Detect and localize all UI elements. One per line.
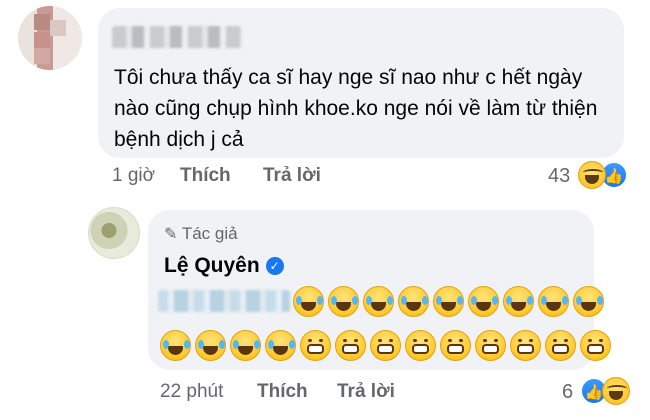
cry-laugh-emoji-icon bbox=[398, 286, 429, 317]
cry-laugh-emoji-icon bbox=[230, 330, 261, 361]
grin-emoji-icon bbox=[370, 330, 401, 361]
laugh-icon bbox=[602, 377, 630, 405]
reply-text-blurred bbox=[158, 290, 290, 312]
author-name-label[interactable]: Lệ Quyên bbox=[164, 254, 260, 277]
cry-laugh-emoji-icon bbox=[503, 286, 534, 317]
comment-reply-button[interactable]: Trả lời bbox=[263, 165, 321, 187]
grin-emoji-icon bbox=[510, 330, 541, 361]
comment-reactions[interactable]: 👍 bbox=[578, 161, 628, 189]
grin-emoji-icon bbox=[300, 330, 331, 361]
comment-text: Tôi chưa thấy ca sĩ hay nge sĩ nao như c… bbox=[114, 66, 598, 151]
avatar-blur-block bbox=[50, 20, 66, 36]
avatar-blur-block bbox=[34, 48, 50, 64]
cry-laugh-emoji-icon bbox=[363, 286, 394, 317]
reply-reaction-count[interactable]: 6 bbox=[562, 381, 573, 404]
comment-like-button[interactable]: Thích bbox=[180, 165, 231, 187]
commenter-name-blurred[interactable] bbox=[112, 26, 242, 48]
reply-time[interactable]: 22 phút bbox=[160, 381, 223, 403]
grin-emoji-icon bbox=[475, 330, 506, 361]
author-badge: ✎ Tác giả bbox=[164, 224, 238, 244]
cry-laugh-emoji-icon bbox=[468, 286, 499, 317]
reply-like-button[interactable]: Thích bbox=[257, 381, 308, 403]
author-badge-label: Tác giả bbox=[181, 224, 238, 243]
emoji-row-2 bbox=[160, 330, 611, 361]
verified-badge-icon: ✓ bbox=[265, 257, 284, 275]
author-name[interactable]: Lệ Quyên ✓ bbox=[164, 254, 284, 278]
reply-reactions[interactable]: 👍 bbox=[580, 377, 630, 405]
reply-bubble: ✎ Tác giả Lệ Quyên ✓ bbox=[148, 210, 611, 370]
cry-laugh-emoji-icon bbox=[160, 330, 191, 361]
cry-laugh-emoji-icon bbox=[265, 330, 296, 361]
cry-laugh-emoji-icon bbox=[293, 286, 324, 317]
grin-emoji-icon bbox=[335, 330, 366, 361]
comment-time[interactable]: 1 giờ bbox=[112, 165, 155, 187]
cry-laugh-emoji-icon bbox=[538, 286, 569, 317]
cry-laugh-emoji-icon bbox=[433, 286, 464, 317]
emoji-row-1 bbox=[293, 286, 604, 317]
grin-emoji-icon bbox=[440, 330, 471, 361]
commenter-avatar[interactable] bbox=[18, 6, 82, 70]
grin-emoji-icon bbox=[545, 330, 576, 361]
cry-laugh-emoji-icon bbox=[195, 330, 226, 361]
comment-bubble: Tôi chưa thấy ca sĩ hay nge sĩ nao như c… bbox=[98, 8, 624, 158]
laugh-icon bbox=[578, 161, 606, 189]
pencil-icon: ✎ bbox=[164, 226, 178, 243]
grin-emoji-icon bbox=[405, 330, 436, 361]
grin-emoji-icon bbox=[580, 330, 611, 361]
comment-reaction-count[interactable]: 43 bbox=[548, 165, 570, 188]
author-avatar[interactable] bbox=[88, 207, 140, 259]
avatar-blur-block bbox=[34, 14, 50, 30]
reply-reply-button[interactable]: Trả lời bbox=[337, 381, 395, 403]
cry-laugh-emoji-icon bbox=[573, 286, 604, 317]
cry-laugh-emoji-icon bbox=[328, 286, 359, 317]
avatar-blur-block bbox=[34, 32, 50, 48]
